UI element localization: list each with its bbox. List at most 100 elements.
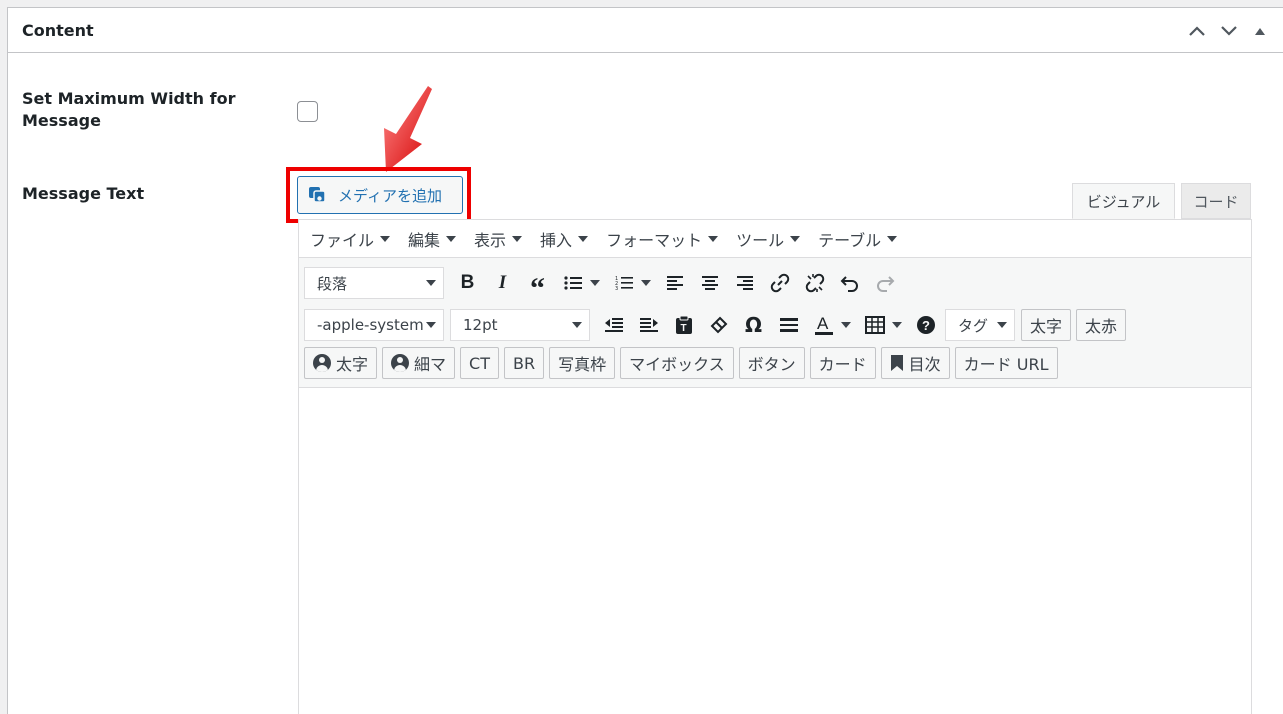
max-width-checkbox[interactable]	[297, 101, 318, 122]
message-text-label: Message Text	[22, 184, 145, 203]
italic-icon[interactable]: I	[485, 267, 520, 299]
menu-file[interactable]: ファイル	[310, 227, 391, 251]
toolbar-row-1: 段落 B I “ 123	[304, 267, 902, 305]
blockquote-icon[interactable]: “	[520, 267, 555, 305]
caret-down-icon	[578, 235, 589, 242]
panel-title: Content	[22, 21, 94, 40]
numbered-list-split[interactable]: 123	[606, 267, 657, 299]
caret-down-icon	[887, 235, 898, 242]
triangle-up-icon[interactable]	[1252, 20, 1268, 42]
unlink-icon[interactable]	[797, 267, 832, 299]
card-button[interactable]: カード	[809, 347, 876, 379]
caret-down-icon	[790, 235, 801, 242]
caret-down-icon[interactable]	[641, 280, 651, 286]
menu-view[interactable]: 表示	[474, 227, 523, 251]
align-center-icon[interactable]	[692, 267, 727, 299]
button-label: 太字	[1030, 317, 1063, 336]
special-character-icon[interactable]: Ω	[736, 309, 771, 341]
select-value: 段落	[317, 274, 348, 293]
bold-shortcut-button[interactable]: 太字	[1021, 309, 1072, 341]
chevron-down-icon[interactable]	[1217, 20, 1241, 42]
help-icon[interactable]: ?	[908, 309, 943, 341]
button-label: ボタン	[747, 355, 796, 374]
caret-down-icon[interactable]	[841, 322, 851, 328]
button-label: マイボックス	[629, 355, 725, 374]
my-box-button[interactable]: マイボックス	[620, 347, 734, 379]
br-button[interactable]: BR	[503, 347, 545, 379]
user-bold-button[interactable]: 太字	[304, 347, 378, 379]
toc-button[interactable]: 目次	[880, 347, 950, 379]
menu-label: 編集	[408, 230, 441, 250]
caret-down-icon	[997, 322, 1007, 328]
redo-icon[interactable]	[867, 267, 902, 299]
bullet-list-icon[interactable]	[555, 267, 590, 299]
menu-tools[interactable]: ツール	[736, 227, 801, 251]
caret-down-icon	[426, 280, 436, 286]
numbered-list-icon[interactable]: 123	[606, 267, 641, 299]
caret-down-icon	[512, 235, 523, 242]
toolbar-row-2: -apple-system 12pt T Ω A ? タグ 太字 太赤	[304, 309, 1131, 341]
text-color-icon[interactable]: A	[806, 309, 841, 341]
rich-text-editor: ファイル 編集 表示 挿入 フォーマット ツール テーブル 段落 B I “ 1…	[298, 219, 1252, 714]
menu-label: フォーマット	[606, 230, 703, 250]
outdent-icon[interactable]	[596, 309, 631, 341]
button-label: 目次	[908, 355, 941, 374]
tab-code[interactable]: コード	[1181, 183, 1251, 219]
media-icon	[309, 187, 326, 203]
caret-down-icon[interactable]	[590, 280, 600, 286]
user-circle-icon	[391, 354, 410, 372]
ct-button[interactable]: CT	[460, 347, 499, 379]
align-right-icon[interactable]	[727, 267, 762, 299]
caret-down-icon	[380, 235, 391, 242]
red-arrow-annotation	[384, 86, 432, 172]
button-shortcode-button[interactable]: ボタン	[738, 347, 805, 379]
clear-formatting-icon[interactable]	[701, 309, 736, 341]
undo-icon[interactable]	[832, 267, 867, 299]
svg-text:A: A	[817, 314, 829, 333]
text-color-split[interactable]: A	[806, 309, 857, 341]
table-icon[interactable]	[857, 309, 892, 341]
button-label: BR	[512, 353, 536, 373]
font-family-select[interactable]: -apple-system	[304, 309, 444, 341]
align-left-icon[interactable]	[657, 267, 692, 299]
editor-content-area[interactable]	[299, 388, 1251, 714]
bookmark-icon	[890, 355, 903, 371]
menu-insert[interactable]: 挿入	[540, 227, 589, 251]
button-label: カード URL	[963, 355, 1049, 374]
menu-label: テーブル	[818, 230, 882, 250]
menu-table[interactable]: テーブル	[818, 227, 898, 251]
user-circle-icon	[313, 354, 331, 372]
bold-icon[interactable]: B	[450, 267, 485, 299]
bullet-list-split[interactable]	[555, 267, 606, 299]
horizontal-line-icon[interactable]	[771, 309, 806, 341]
tab-visual[interactable]: ビジュアル	[1072, 183, 1175, 219]
button-label: 写真枠	[558, 355, 607, 374]
button-label: 細マ	[414, 355, 447, 374]
menu-label: 表示	[474, 230, 507, 250]
svg-text:T: T	[680, 323, 686, 334]
table-split[interactable]	[857, 309, 908, 341]
caret-down-icon[interactable]	[892, 322, 902, 328]
select-value: タグ	[958, 316, 989, 335]
user-marker-button[interactable]: 細マ	[382, 347, 456, 379]
bold-red-shortcut-button[interactable]: 太赤	[1076, 309, 1127, 341]
add-media-button[interactable]: メディアを追加	[297, 176, 463, 214]
menu-format[interactable]: フォーマット	[606, 227, 719, 251]
caret-down-icon	[572, 322, 582, 328]
font-size-select[interactable]: 12pt	[450, 309, 590, 341]
svg-text:3: 3	[615, 286, 618, 291]
link-icon[interactable]	[762, 267, 797, 299]
photo-frame-button[interactable]: 写真枠	[549, 347, 616, 379]
select-value: 12pt	[463, 316, 498, 334]
menu-edit[interactable]: 編集	[408, 227, 457, 251]
button-label: 太赤	[1085, 317, 1118, 336]
chevron-up-icon[interactable]	[1185, 20, 1209, 42]
card-url-button[interactable]: カード URL	[954, 347, 1058, 379]
indent-icon[interactable]	[631, 309, 666, 341]
tag-select[interactable]: タグ	[945, 309, 1015, 341]
paragraph-format-select[interactable]: 段落	[304, 267, 444, 299]
button-label: 太字	[336, 355, 369, 374]
paste-text-icon[interactable]: T	[666, 309, 701, 341]
button-label: カード	[818, 355, 867, 374]
select-value: -apple-system	[317, 316, 424, 334]
